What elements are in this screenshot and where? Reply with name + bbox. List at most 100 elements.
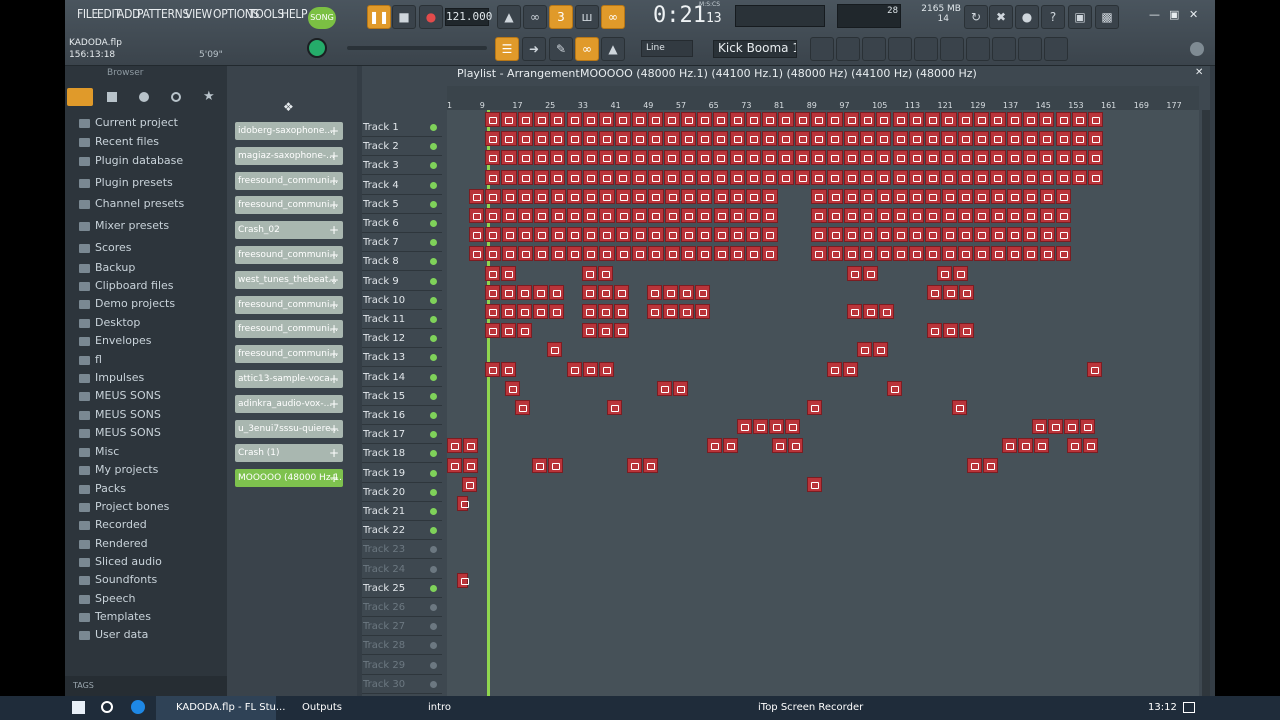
pattern-clip[interactable] xyxy=(517,227,534,243)
pattern-clip[interactable] xyxy=(548,457,563,473)
pattern-clip[interactable] xyxy=(485,323,500,339)
pattern-clip[interactable] xyxy=(680,227,697,243)
pattern-clip[interactable] xyxy=(892,246,909,262)
pattern-clip[interactable] xyxy=(647,284,662,300)
pattern-clip[interactable] xyxy=(959,284,974,300)
pattern-clip[interactable] xyxy=(615,150,631,166)
pattern-clip[interactable] xyxy=(1055,188,1072,204)
pattern-clip[interactable] xyxy=(843,361,858,377)
pattern-clip[interactable] xyxy=(827,361,842,377)
pattern-clip[interactable] xyxy=(627,457,642,473)
pattern-clip[interactable] xyxy=(447,438,462,454)
pattern-clip[interactable] xyxy=(615,246,631,262)
playlist-icon[interactable]: ☰ xyxy=(495,37,519,61)
pattern-clip[interactable] xyxy=(534,188,550,204)
pattern-clip[interactable] xyxy=(505,380,520,396)
pattern-clip[interactable] xyxy=(485,169,501,185)
channel-button[interactable]: adinkra_audio-vox-... + xyxy=(235,394,343,413)
track-mute-led[interactable] xyxy=(430,604,437,611)
pattern-clip[interactable] xyxy=(713,227,729,243)
track-mute-led[interactable] xyxy=(430,335,437,343)
track-header[interactable]: Track 7 xyxy=(362,233,442,253)
pattern-clip[interactable] xyxy=(1083,438,1098,454)
edge-icon[interactable] xyxy=(131,700,145,714)
pattern-clip[interactable] xyxy=(843,246,860,262)
pattern-clip[interactable] xyxy=(533,169,550,185)
pattern-clip[interactable] xyxy=(927,323,942,339)
pattern-clip[interactable] xyxy=(632,208,648,223)
pattern-clip[interactable] xyxy=(599,361,614,377)
pattern-clip[interactable] xyxy=(534,227,550,243)
browser-item[interactable]: Templates xyxy=(79,610,151,628)
menu-view[interactable]: VIEW xyxy=(185,7,212,21)
channel-button[interactable]: freesound_communi... + xyxy=(235,246,343,264)
pattern-clip[interactable] xyxy=(697,188,713,204)
track-mute-led[interactable] xyxy=(430,565,437,573)
channel-button[interactable]: freesound_communi... + xyxy=(235,171,343,190)
track-mute-led[interactable] xyxy=(430,316,437,323)
pattern-clip[interactable] xyxy=(550,131,566,147)
pattern-clip[interactable] xyxy=(599,188,615,204)
pattern-clip[interactable] xyxy=(485,361,500,377)
track-mute-led[interactable] xyxy=(430,181,437,189)
pattern-clip[interactable] xyxy=(566,246,583,262)
track-mute-led[interactable] xyxy=(430,412,437,419)
track-header[interactable]: Track 3 xyxy=(362,156,442,176)
pattern-clip[interactable] xyxy=(908,112,925,127)
pattern-clip[interactable] xyxy=(811,246,827,262)
pattern-clip[interactable] xyxy=(1039,227,1055,243)
pattern-clip[interactable] xyxy=(534,208,550,223)
pattern-clip[interactable] xyxy=(566,188,583,204)
browser-item[interactable]: Sliced audio xyxy=(79,555,162,573)
pattern-clip[interactable] xyxy=(1006,131,1022,147)
track-header[interactable]: Track 4 xyxy=(362,176,442,195)
pattern-clip[interactable] xyxy=(827,227,843,243)
track-header[interactable]: Track 26 xyxy=(362,598,442,617)
pattern-clip[interactable] xyxy=(614,284,629,300)
draw-icon[interactable]: ✎ xyxy=(549,37,573,61)
pattern-clip[interactable] xyxy=(501,227,517,243)
track-header[interactable]: Track 17 xyxy=(362,425,442,445)
pattern-clip[interactable] xyxy=(707,438,722,454)
browser-item[interactable]: Soundfonts xyxy=(79,573,157,591)
pattern-clip[interactable] xyxy=(648,131,664,147)
pattern-clip[interactable] xyxy=(1055,112,1071,127)
track-header[interactable]: Track 8 xyxy=(362,252,442,272)
pattern-clip[interactable] xyxy=(501,265,516,281)
pattern-clip[interactable] xyxy=(631,169,647,185)
pattern-clip[interactable] xyxy=(663,284,678,300)
pattern-clip[interactable] xyxy=(598,304,613,319)
pattern-clip[interactable] xyxy=(892,227,909,243)
pattern-clip[interactable] xyxy=(876,208,892,223)
pattern-clip[interactable] xyxy=(794,112,810,127)
browser-item[interactable]: Misc xyxy=(79,445,119,463)
pattern-clip[interactable] xyxy=(974,188,990,204)
pattern-clip[interactable] xyxy=(648,246,664,262)
pattern-clip[interactable] xyxy=(713,246,729,262)
pattern-clip[interactable] xyxy=(990,246,1006,262)
mic-icon[interactable]: ● xyxy=(1015,5,1039,29)
pattern-clip[interactable] xyxy=(811,131,827,147)
pattern-clip[interactable] xyxy=(925,227,941,243)
browser-item[interactable]: MEUS SONS xyxy=(79,389,161,407)
browser-item[interactable]: Packs xyxy=(79,482,126,500)
pattern-clip[interactable] xyxy=(485,304,500,319)
pattern-clip[interactable] xyxy=(908,169,925,185)
pattern-clip[interactable] xyxy=(1071,169,1088,185)
pattern-clip[interactable] xyxy=(566,131,582,147)
taskbar-item-recorder[interactable]: iTop Screen Recorder xyxy=(738,696,878,720)
pattern-clip[interactable] xyxy=(729,208,746,223)
pattern-clip[interactable] xyxy=(697,208,713,223)
metronome-icon[interactable]: ▲ xyxy=(497,5,521,29)
pattern-clip[interactable] xyxy=(534,246,550,262)
pattern-clip[interactable] xyxy=(811,112,827,127)
pattern-clip[interactable] xyxy=(607,400,622,415)
track-header[interactable]: Track 21 xyxy=(362,502,442,521)
pattern-clip[interactable] xyxy=(1080,419,1095,435)
close-icon[interactable]: ✕ xyxy=(1189,8,1198,21)
pattern-clip[interactable] xyxy=(648,227,664,243)
plus-icon[interactable]: + xyxy=(329,246,341,264)
pattern-clip[interactable] xyxy=(860,227,876,243)
pattern-clip[interactable] xyxy=(843,227,860,243)
pattern-clip[interactable] xyxy=(533,150,550,166)
